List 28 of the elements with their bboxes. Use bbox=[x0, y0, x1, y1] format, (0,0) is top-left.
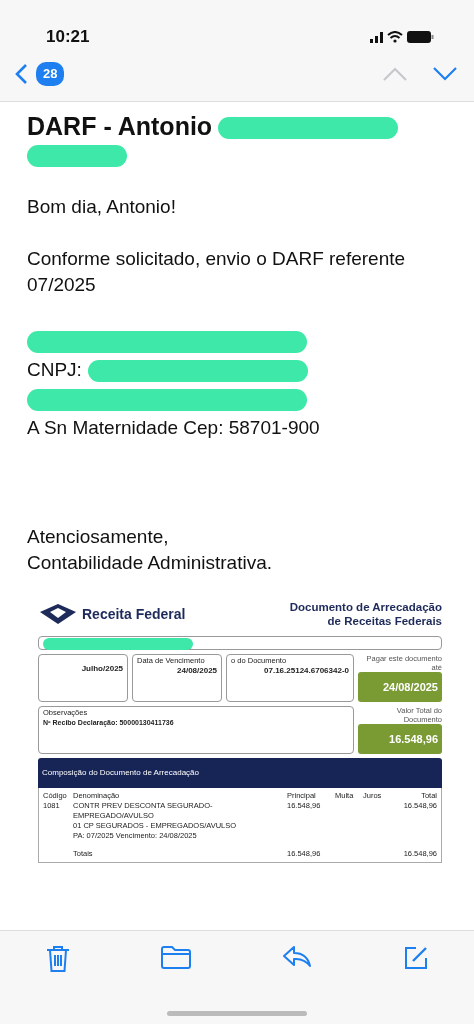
document-title: Documento de Arrecadação bbox=[289, 600, 442, 614]
section-header: Composição do Documento de Arrecadação bbox=[38, 758, 442, 788]
address-label: CNPJ: bbox=[27, 359, 82, 380]
email-paragraph: Bom dia, Antonio! bbox=[27, 195, 177, 219]
back-icon[interactable] bbox=[14, 62, 28, 85]
wifi-icon bbox=[387, 31, 403, 43]
logo-icon bbox=[38, 602, 78, 626]
battery-icon bbox=[407, 31, 434, 43]
status-time: 10:21 bbox=[46, 26, 90, 49]
address-line: A Sn Maternidade Cep: 58701-900 bbox=[27, 417, 320, 438]
trash-icon[interactable] bbox=[45, 945, 70, 973]
compose-icon[interactable] bbox=[402, 945, 429, 971]
due-date: 24/08/2025 bbox=[358, 672, 442, 702]
field-value: Julho/2025 bbox=[80, 664, 124, 674]
total-amount: 16.548,96 bbox=[358, 724, 442, 754]
folder-icon[interactable] bbox=[160, 945, 191, 969]
reply-icon[interactable] bbox=[281, 945, 312, 969]
field-value: 07.16.25124.6706342-0 bbox=[263, 666, 349, 676]
signal-icon bbox=[370, 31, 383, 43]
logo-text: Receita Federal bbox=[82, 605, 186, 624]
closing-line: Contabilidade Administrativa. bbox=[27, 551, 274, 575]
closing-line: Atenciosamente, bbox=[27, 525, 170, 549]
email-subject: DARF - Antonio bbox=[27, 112, 213, 140]
chevron-down-icon[interactable] bbox=[432, 65, 458, 82]
field-value: 24/08/2025 bbox=[176, 666, 218, 676]
unread-count: 28 bbox=[36, 62, 65, 86]
document-title: de Receitas Federais bbox=[326, 614, 442, 628]
email-paragraph: Conforme solicitado, envio o DARF referente 07/2025 bbox=[27, 247, 407, 297]
